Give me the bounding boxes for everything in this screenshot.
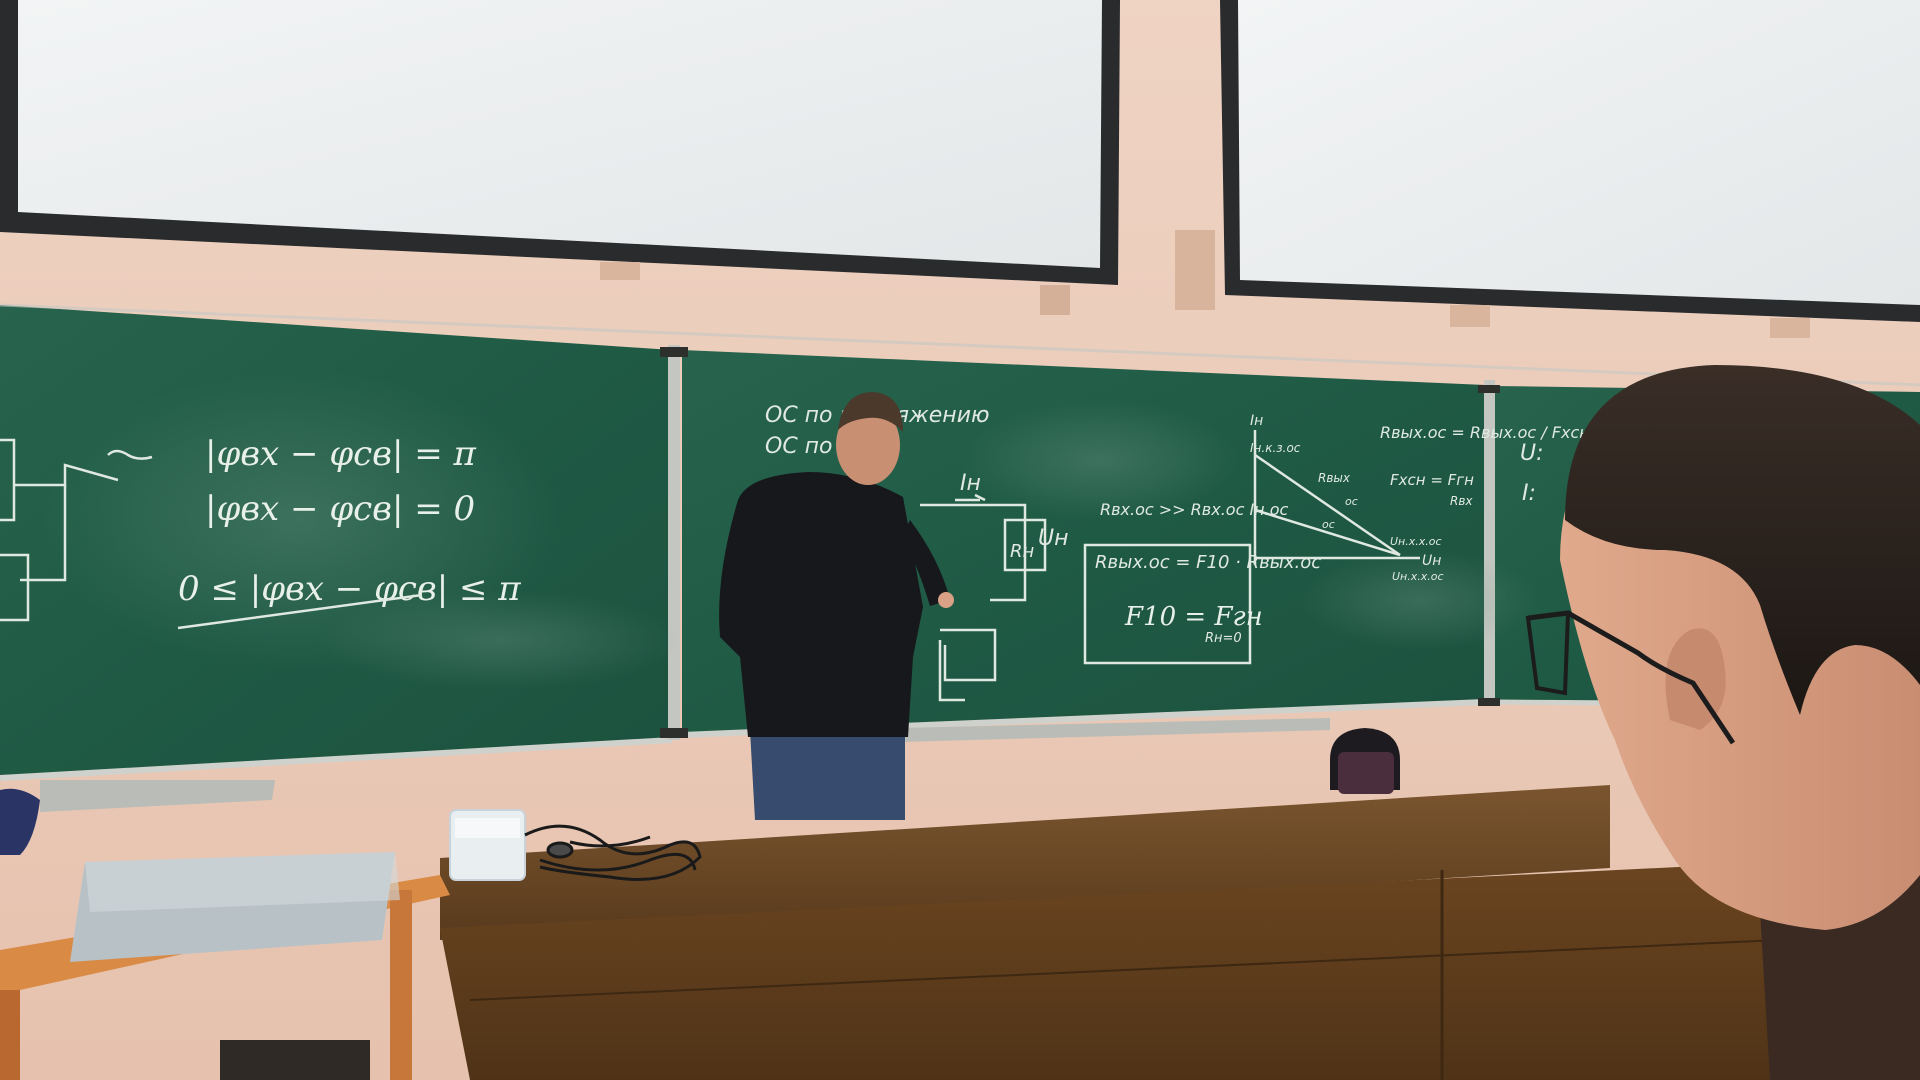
equation-phase-range: 0 ≤ |φвх − φсв| ≤ π [178,569,521,609]
label-load-resistance: Rн [1010,541,1035,562]
water-bottle [449,809,526,881]
graph-curve-label-3: ос [1322,518,1335,531]
graph-y-axis-label: Iн [1250,413,1263,429]
right-board-voltage-label: U: [1520,441,1544,466]
label-load-current: Iн [960,471,981,496]
graph-x-axis-label: Uн [1422,553,1441,569]
equation-phase-zero: |φвх − φсв| = 0 [205,489,475,529]
graph-curve-label-1: Rвых [1318,471,1351,485]
formula-output-ratio: Rвых.ос = Rвых.ос / Fхсн [1380,423,1590,442]
formula-output-resistance: Rвых.ос = F10 · Rвых.ос [1095,552,1321,573]
lecture-hall-scene: |φвх − φсв| = π |φвх − φсв| = 0 0 ≤ |φвх… [0,0,1920,1080]
chair [1330,728,1400,794]
formula-feedback-factor: F10 = Fгн [1124,602,1263,632]
graph-y-tick-label: Iн.к.з.ос [1250,441,1301,455]
formula-feedback-equality: Fхсн = Fгн [1390,471,1474,489]
graph-x-tick-label-1: Uн.х.х.ос [1390,535,1442,548]
projection-screen-right [1175,0,1920,338]
graph-curve-label-2: ос [1345,495,1358,508]
graph-x-tick-label-2: Uн.х.х.ос [1392,570,1444,583]
formula-feedback-equality-subscript: Rвх [1450,494,1473,508]
label-load-voltage: Uн [1038,526,1069,551]
formula-input-resistance: Rвх.ос >> Rвх.ос Iн.ос [1100,500,1289,519]
heading-feedback-2: ОС по [765,434,833,459]
formula-feedback-factor-subscript: Rн=0 [1205,631,1242,646]
equation-phase-pi: |φвх − φсв| = π [205,434,477,474]
right-board-current-label: I: [1522,481,1536,506]
